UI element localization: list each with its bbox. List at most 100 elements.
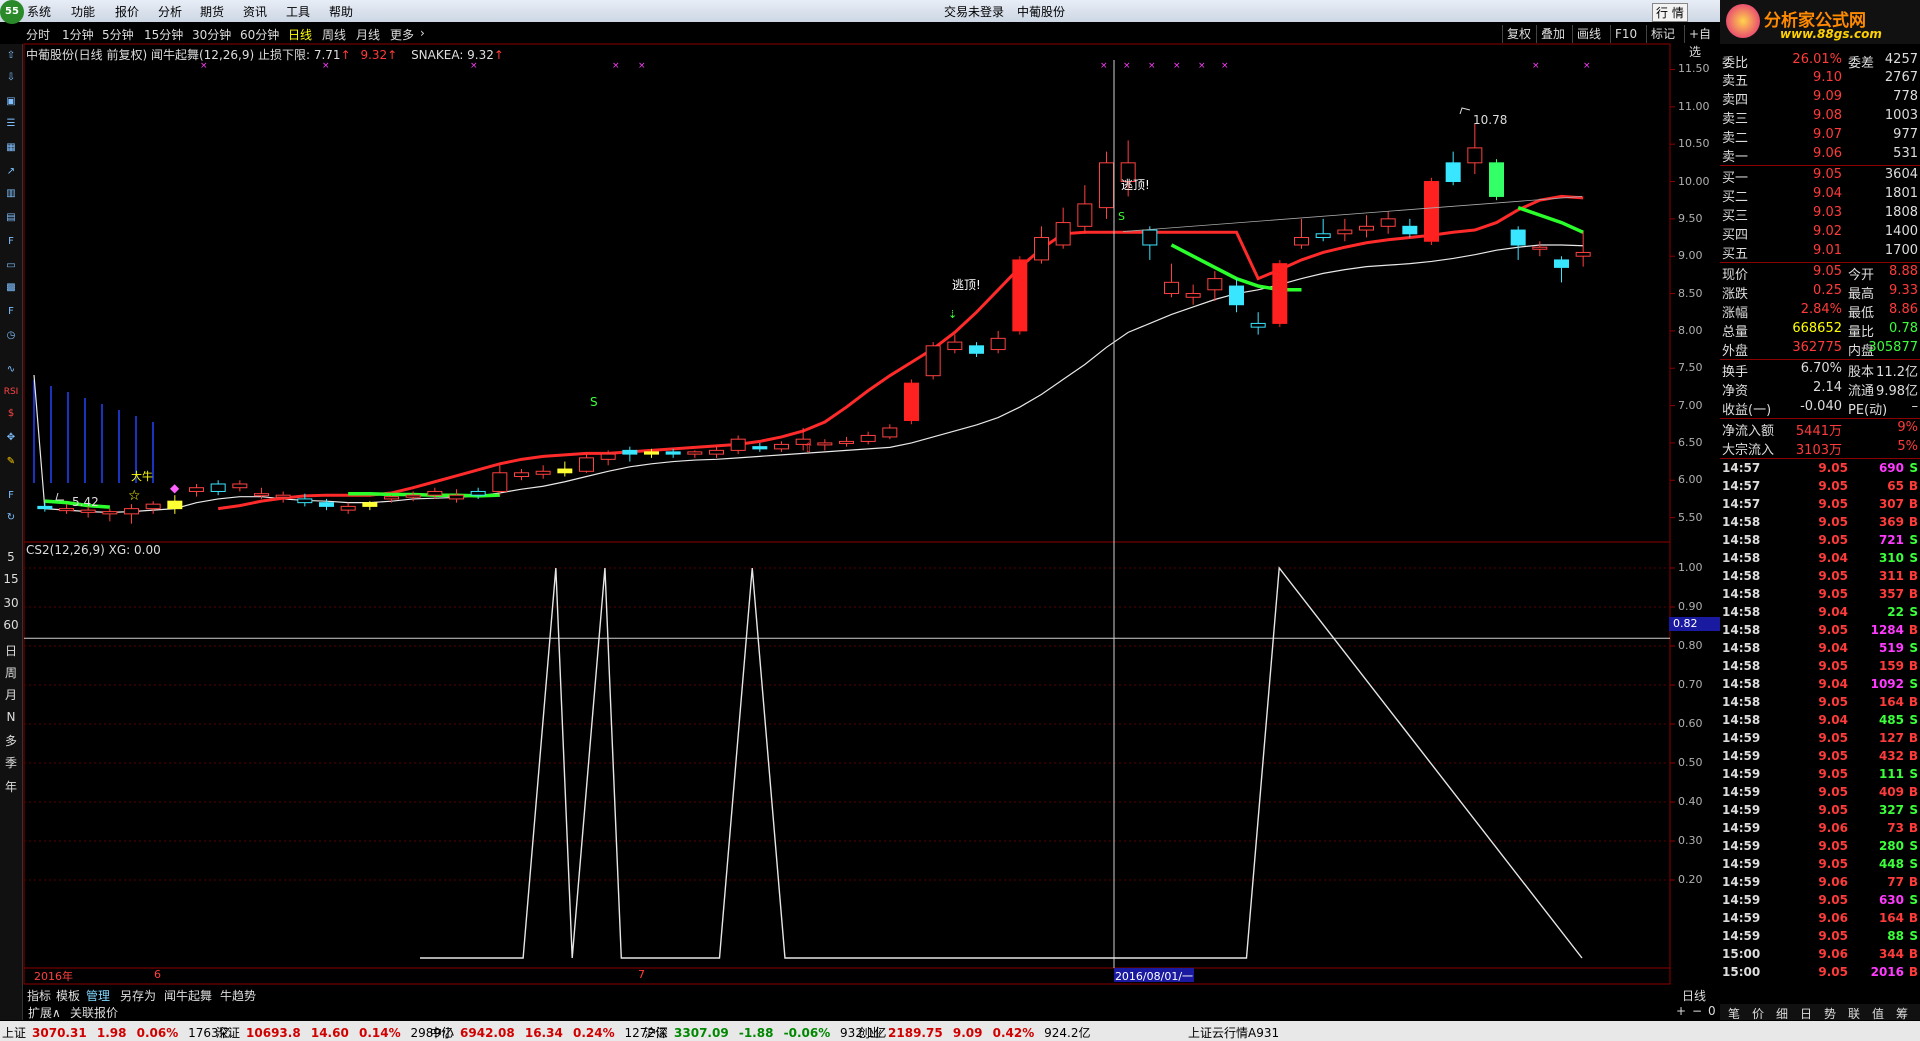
index-quote[interactable]: 沪深 3307.09 -1.88 -0.06% 932.1亿 [644,1024,892,1041]
main-y-tick-label: 6.50 [1678,435,1703,449]
ma-white-line [33,244,1584,513]
candle [925,345,941,377]
right-tab[interactable]: 势 [1824,1005,1836,1022]
buy-volume: 1700 [1884,243,1918,258]
quote-row: 总量 668652 量比 0.78 [1722,321,1918,340]
tick-row: 14:59 9.05 127 B [1722,731,1918,748]
right-tab[interactable]: 值 [1872,1005,1884,1022]
candle [709,449,724,455]
sell-row: 卖三 9.08 1003 [1722,108,1918,127]
tick-volume: 77 [1887,875,1904,889]
tick-direction: B [1908,947,1918,961]
index-field: 1.98 [92,1026,127,1040]
quote-label: 大宗流入 [1722,443,1775,458]
tick-time: 14:58 [1722,713,1761,727]
tick-volume: 485 [1878,713,1904,727]
sell-label: 卖一 [1722,150,1749,165]
tick-price: 9.06 [1818,947,1848,961]
quote-value-2: 8.88 [1889,264,1918,279]
tick-time: 14:57 [1722,479,1761,493]
tab-manage[interactable]: 管理 [86,987,110,1004]
zoom-in-icon[interactable]: + [1676,1004,1686,1020]
index-quote[interactable]: 上证 3070.31 1.98 0.06% 1763亿 [2,1024,237,1041]
down-arrow-icon: ⇣ [948,308,957,321]
tab-template[interactable]: 模板 [56,987,80,1004]
quote-label-2: PE(动) [1848,403,1888,418]
candle [817,442,833,446]
index-field: 16.34 [520,1026,563,1040]
right-tab[interactable]: 日 [1800,1005,1812,1022]
candle [557,468,573,474]
related-quote-button[interactable]: 关联报价 [70,1004,118,1020]
tick-row: 14:59 9.05 630 S [1722,893,1918,910]
tick-row: 14:59 9.05 111 S [1722,767,1918,784]
tick-row: 14:59 9.05 409 B [1722,785,1918,802]
tick-direction: B [1908,785,1918,799]
main-frame [23,43,1671,543]
tab-niu-trend[interactable]: 牛趋势 [220,987,256,1004]
tick-time: 14:59 [1722,929,1761,943]
quote-label: 涨跌 [1722,287,1749,302]
status-right[interactable]: 上证云行情A931 [1188,1024,1279,1041]
expand-button[interactable]: 扩展∧ [28,1004,61,1020]
main-y-tick-label: 7.50 [1678,361,1703,375]
buy-volume: 1808 [1884,205,1918,220]
index-quote[interactable]: 深证 10693.8 14.60 0.14% 2989亿 [216,1024,459,1041]
quote-value-2: 8.86 [1889,302,1918,317]
tick-direction: B [1908,587,1918,601]
day-label: 日线 [1682,989,1707,1003]
candle [1164,281,1179,295]
candle [1402,225,1418,235]
zoom-reset-icon[interactable]: 0 [1708,1004,1716,1020]
tick-direction: B [1908,515,1918,529]
kline-chart[interactable]: × × × × × × × × × × × × ×☆⇧◆⇣S [0,0,1920,1041]
tick-direction: B [1908,911,1918,925]
quote-label: 现价 [1722,268,1749,283]
tick-row: 14:59 9.05 448 S [1722,857,1918,874]
index-field: 深证 [216,1026,241,1040]
quote-label: 外盘 [1722,344,1749,359]
sell-row: 卖四 9.09 778 [1722,89,1918,108]
buy-price: 9.05 [1813,167,1842,182]
quote-panel: 委比 26.01% 委差 4257 卖五 9.10 2767 卖四 9.09 778 卖三 9… [1720,46,1920,1006]
buy-volume: 3604 [1884,167,1918,182]
tick-volume: 448 [1878,857,1904,871]
tick-direction: B [1908,695,1918,709]
buy-volume: 1801 [1884,186,1918,201]
index-quote[interactable]: 中小 6942.08 16.34 0.24% 1272亿 [430,1024,673,1041]
index-quote[interactable]: 创业 2189.75 9.09 0.42% 924.2亿 [858,1024,1096,1041]
candle [449,494,464,500]
tab-save-as[interactable]: 另存为 [120,987,156,1004]
tick-time: 14:58 [1722,695,1761,709]
tick-volume: 369 [1878,515,1904,529]
tab-indicator[interactable]: 指标 [27,987,51,1004]
quote-row: 换手 6.70% 股本 11.2亿 [1722,361,1918,380]
right-tab[interactable]: 筹 [1896,1005,1908,1022]
right-tab[interactable]: 笔 [1728,1005,1740,1022]
right-tab[interactable]: 细 [1776,1005,1788,1022]
tick-row: 14:58 9.04 519 S [1722,641,1918,658]
right-tab[interactable]: 联 [1848,1005,1860,1022]
index-field: 14.60 [306,1026,349,1040]
zoom-out-icon[interactable]: − [1692,1004,1702,1020]
tick-price: 9.05 [1818,461,1848,475]
tick-row: 14:57 9.05 690 S [1722,461,1918,478]
ticks-divider [1720,458,1920,459]
right-tab[interactable]: 价 [1752,1005,1764,1022]
tab-wen-niu[interactable]: 闻牛起舞 [164,987,212,1004]
tick-row: 15:00 9.06 344 B [1722,947,1918,964]
sell-volume: 531 [1893,146,1918,161]
tick-time: 14:59 [1722,839,1761,853]
sell-row: 卖五 9.10 2767 [1722,70,1918,89]
tick-row: 14:57 9.05 65 B [1722,479,1918,496]
signal-mark-icon: × [1532,61,1540,71]
quote-value-2: 305877 [1868,340,1918,355]
tick-direction: B [1908,569,1918,583]
quote-label-2: 量比 [1848,325,1875,340]
candle [990,337,1006,351]
diamond-icon: ◆ [170,481,180,495]
tick-price: 9.05 [1818,515,1848,529]
tick-row: 14:58 9.04 22 S [1722,605,1918,622]
tick-volume: 310 [1878,551,1904,565]
candle [1510,229,1526,246]
